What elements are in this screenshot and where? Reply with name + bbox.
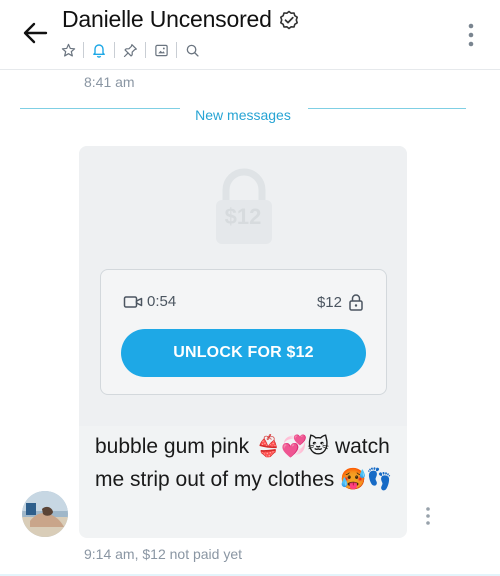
locked-price-watermark: $12 (224, 204, 262, 229)
chat-header: Danielle Uncensored (0, 0, 500, 70)
bell-icon (93, 44, 105, 58)
media-price-text: $12 (316, 293, 342, 311)
locked-media-card: 0:54 $12 UNLOCK FOR $12 (100, 269, 387, 395)
divider (176, 42, 177, 58)
lock-icon (349, 294, 363, 311)
pin-button[interactable] (120, 40, 140, 60)
back-arrow-icon[interactable] (20, 18, 50, 48)
media-duration: 0:54 (123, 293, 176, 310)
gallery-icon (154, 44, 168, 56)
divider (145, 42, 146, 58)
message-time: 9:14 am, (84, 546, 139, 562)
message-meta: 9:14 am, $12 not paid yet (84, 546, 242, 562)
avatar-image (22, 491, 68, 537)
search-button[interactable] (182, 40, 202, 60)
gallery-button[interactable] (151, 40, 171, 60)
header-actions (58, 40, 202, 60)
avatar[interactable] (22, 491, 68, 537)
new-messages-divider-right (308, 108, 466, 109)
message-timestamp: 8:41 am (84, 74, 135, 90)
star-icon (61, 43, 75, 57)
unlock-button[interactable]: UNLOCK FOR $12 (121, 329, 366, 377)
message-options-icon[interactable] (424, 506, 432, 526)
more-options-icon[interactable] (466, 22, 476, 48)
video-icon (123, 295, 143, 308)
title-row: Danielle Uncensored (62, 6, 299, 33)
message-text: bubble gum pink 👙💞🐱 watch me strip out o… (95, 435, 393, 491)
media-duration-text: 0:54 (147, 293, 177, 310)
divider (83, 42, 84, 58)
chat-title[interactable]: Danielle Uncensored (62, 6, 272, 33)
new-messages-label: New messages (195, 107, 291, 123)
payment-status: $12 not paid yet (142, 546, 243, 562)
search-icon (186, 44, 199, 57)
media-price: $12 (317, 293, 364, 311)
message-bubble: $12 0:54 $12 UNLOCK FOR $12 bubble gum p… (79, 146, 407, 538)
verified-badge-icon (279, 10, 298, 29)
pin-icon (123, 43, 137, 57)
star-button[interactable] (58, 40, 78, 60)
divider (114, 42, 115, 58)
notifications-button[interactable] (89, 40, 109, 60)
